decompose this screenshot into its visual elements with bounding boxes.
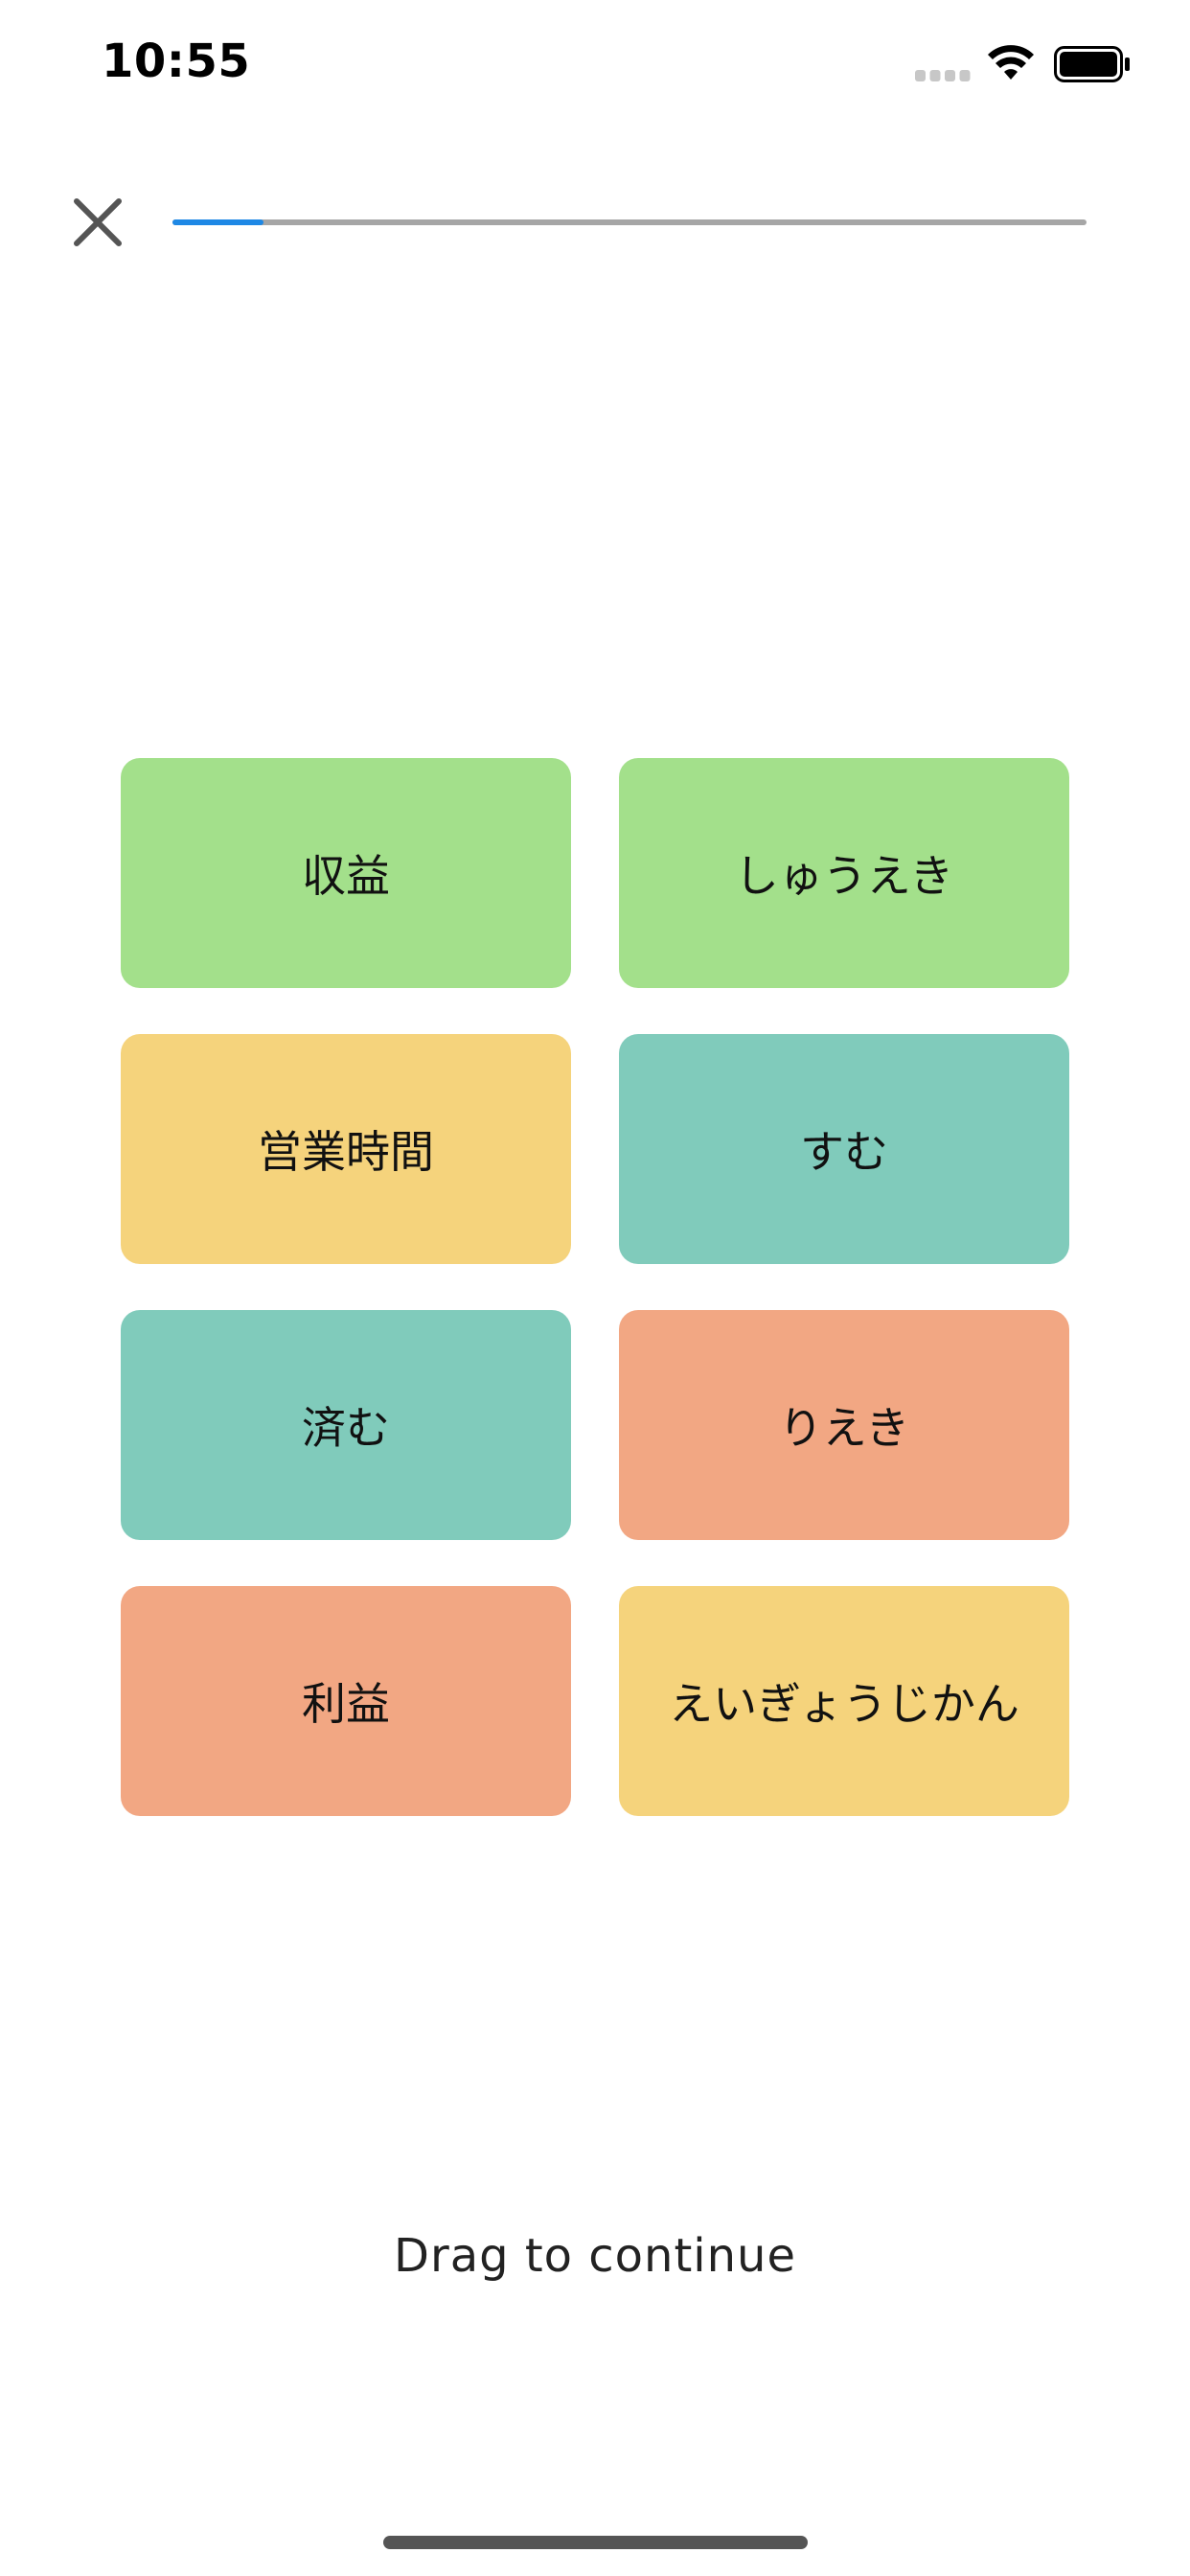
home-indicator[interactable] [383,2536,808,2549]
card-grid: 収益 しゅうえき 営業時間 すむ 済む りえき 利益 えいぎょうじかん [121,758,1069,1816]
card[interactable]: 営業時間 [121,1034,571,1264]
card-label: 済む [302,1402,390,1454]
card-label: 収益 [302,850,390,902]
progress-bar [172,219,1087,225]
close-icon [74,198,122,246]
card-label: えいぎょうじかん [669,1678,1019,1730]
card-label: しゅうえき [734,850,954,902]
status-bar: 10:55 [0,0,1190,134]
card[interactable]: しゅうえき [619,758,1069,988]
card[interactable]: えいぎょうじかん [619,1586,1069,1816]
drag-hint: Drag to continue [394,2229,796,2283]
card-label: すむ [800,1126,888,1178]
card[interactable]: 利益 [121,1586,571,1816]
card[interactable]: 済む [121,1310,571,1540]
card-label: りえき [778,1402,910,1454]
card-label: 利益 [302,1678,390,1730]
card[interactable]: りえき [619,1310,1069,1540]
card[interactable]: すむ [619,1034,1069,1264]
card-label: 営業時間 [258,1126,434,1178]
status-time: 10:55 [102,34,251,88]
progress-fill [172,219,264,225]
wifi-icon [988,45,1034,80]
card[interactable]: 収益 [121,758,571,988]
battery-icon [1054,46,1130,82]
signal-dots-icon [915,70,971,81]
close-button[interactable] [67,192,128,253]
